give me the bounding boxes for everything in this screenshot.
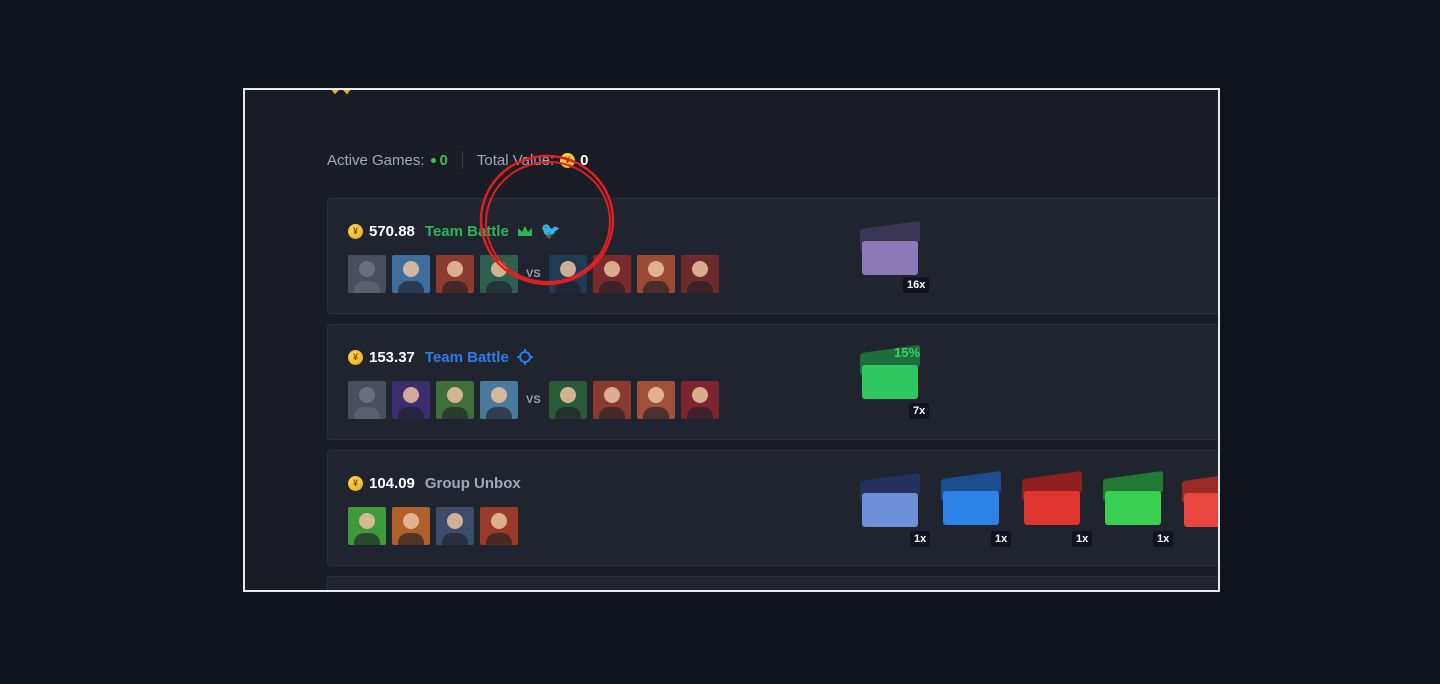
player-avatar[interactable] (480, 381, 518, 419)
case-quantity: 1x (910, 531, 931, 547)
player-avatar[interactable] (392, 255, 430, 293)
case-body (862, 365, 918, 399)
game-mode: Team Battle (424, 348, 509, 366)
case-quantity: 7x (909, 403, 930, 419)
coin-icon: ¥ (348, 223, 363, 239)
player-avatar[interactable] (636, 381, 675, 419)
game-price: 153.37 (369, 348, 415, 366)
case-item[interactable] (939, 470, 1005, 531)
player-avatar[interactable] (392, 507, 430, 545)
player-avatar[interactable] (392, 381, 430, 419)
total-value-label: Total Value: (476, 151, 555, 169)
player-avatar[interactable] (436, 381, 474, 419)
case-body (1184, 493, 1218, 527)
versus-label: VS (526, 394, 541, 406)
game-header: ¥ 570.88 Team Battle 🐦 (348, 221, 561, 241)
player-list: VS (348, 381, 719, 419)
stats-bar: Active Games: 0 Total Value: ¥ 0 (327, 150, 589, 170)
player-avatar[interactable] (348, 507, 386, 545)
player-list: VS (348, 255, 719, 293)
online-dot-icon (430, 157, 436, 163)
player-avatar[interactable] (636, 255, 675, 293)
case-discount-badge: 15% (894, 345, 921, 360)
player-avatar[interactable] (436, 507, 474, 545)
player-avatar[interactable] (680, 381, 719, 419)
active-games-label: Active Games: (327, 151, 425, 169)
stats-divider (461, 151, 463, 169)
active-games-count: 0 (430, 151, 448, 169)
versus-label: VS (526, 268, 541, 280)
case-quantity: 1x (1072, 531, 1093, 547)
game-mode: Group Unbox (424, 474, 521, 492)
game-card[interactable] (327, 576, 1218, 590)
case-body (862, 493, 918, 527)
player-avatar[interactable] (592, 255, 631, 293)
player-avatar[interactable] (592, 381, 631, 419)
player-avatar[interactable] (480, 255, 518, 293)
case-item[interactable] (1020, 470, 1086, 531)
case-item[interactable] (858, 472, 924, 533)
case-quantity: 1x (1153, 531, 1174, 547)
case-body (862, 241, 918, 275)
case-item[interactable] (1101, 470, 1167, 531)
empty-slot-avatar[interactable] (348, 255, 386, 293)
empty-slot-avatar[interactable] (348, 381, 386, 419)
case-body (943, 491, 999, 525)
player-avatar[interactable] (436, 255, 474, 293)
game-header: ¥ 153.37 Team Battle (348, 347, 533, 367)
game-card[interactable]: ¥ 104.09 Group Unbox 1x 1x 1x 1x (327, 450, 1218, 566)
coin-icon: ¥ (348, 475, 363, 491)
games-panel: Active Games: 0 Total Value: ¥ 0 ¥ 570.8… (243, 88, 1220, 592)
player-avatar[interactable] (548, 255, 587, 293)
case-body (1024, 491, 1080, 525)
case-quantity: 16x (903, 277, 930, 293)
case-item[interactable] (1180, 472, 1218, 533)
player-list (348, 507, 518, 545)
active-games-value: 0 (439, 151, 448, 169)
total-value-number: 0 (580, 151, 589, 169)
total-value: ¥ 0 (560, 151, 589, 169)
game-price: 570.88 (369, 222, 415, 240)
game-price: 104.09 (369, 474, 415, 492)
coin-icon: ¥ (560, 152, 576, 168)
bird-icon: 🐦 (540, 223, 561, 240)
case-body (1105, 491, 1161, 525)
crosshair-icon (516, 349, 533, 365)
case-quantity: 1x (991, 531, 1012, 547)
case-item[interactable] (858, 220, 924, 281)
player-avatar[interactable] (680, 255, 719, 293)
game-mode: Team Battle (424, 222, 509, 240)
player-avatar[interactable] (548, 381, 587, 419)
crown-icon (517, 226, 532, 236)
player-avatar[interactable] (480, 507, 518, 545)
coin-icon: ¥ (348, 349, 363, 365)
top-logo-icon (331, 90, 351, 95)
game-header: ¥ 104.09 Group Unbox (348, 473, 521, 493)
game-card[interactable]: ¥ 153.37 Team Battle VS 15% 7x (327, 324, 1218, 440)
game-card[interactable]: ¥ 570.88 Team Battle 🐦 VS 16x (327, 198, 1218, 314)
